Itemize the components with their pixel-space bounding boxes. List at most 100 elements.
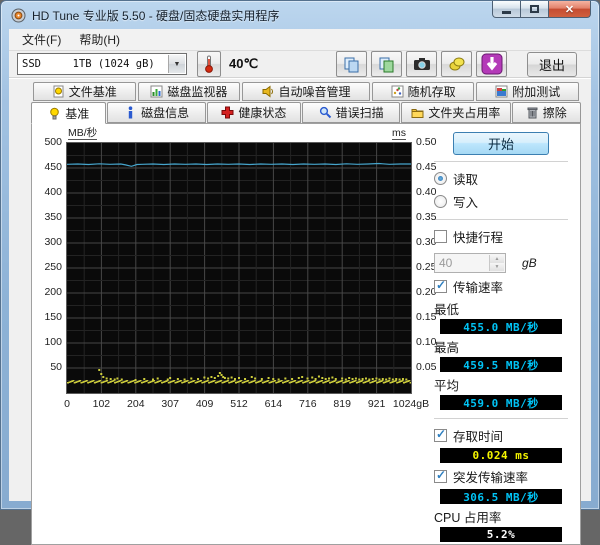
min-label: 最低 bbox=[434, 303, 460, 317]
maximize-button[interactable] bbox=[521, 1, 549, 18]
save-screenshot-button[interactable] bbox=[371, 51, 403, 77]
start-label: 开始 bbox=[487, 137, 514, 152]
left-axis-title: MB/秒 bbox=[68, 127, 98, 140]
tab-label: 随机存取 bbox=[407, 85, 456, 99]
minimize-button[interactable] bbox=[492, 1, 521, 18]
scatter-icon bbox=[391, 85, 404, 98]
health-cross-icon bbox=[221, 106, 234, 119]
info-icon bbox=[128, 106, 133, 119]
left-axis-tick: 200 bbox=[44, 286, 62, 298]
mini-chart-icon bbox=[495, 85, 508, 98]
camera-button[interactable] bbox=[406, 51, 438, 77]
spinner-arrows[interactable]: ▲ ▼ bbox=[489, 255, 504, 271]
drive-select-value: SSD 1TB (1024 gB) bbox=[22, 58, 155, 70]
divider bbox=[434, 418, 568, 419]
tab-benchmark[interactable]: 基准 bbox=[31, 102, 107, 124]
spin-down-icon[interactable]: ▼ bbox=[490, 263, 504, 271]
right-axis-tick: 0.10 bbox=[416, 336, 437, 348]
tab-erase[interactable]: 擦除 bbox=[511, 102, 582, 123]
write-radio[interactable] bbox=[434, 195, 447, 208]
right-axis-tick: 0.35 bbox=[416, 211, 437, 223]
left-axis-tick: 450 bbox=[44, 161, 62, 173]
write-radio-row[interactable]: 写入 bbox=[434, 192, 568, 211]
read-radio-row[interactable]: 读取 bbox=[434, 169, 568, 188]
transfer-rate-checkbox[interactable] bbox=[434, 278, 447, 293]
tab-label: 基准 bbox=[65, 106, 90, 121]
options-button[interactable] bbox=[441, 51, 473, 77]
copy-icon bbox=[344, 57, 359, 72]
read-radio[interactable] bbox=[434, 172, 447, 185]
side-panel: 开始 读取 写入 快捷行程 40 ▲ ▼ gB ✓ 传输速率 最低 455.0 … bbox=[424, 124, 580, 544]
burst-rate-checkbox[interactable] bbox=[434, 468, 447, 483]
tab-file-benchmark[interactable]: 文件基准 bbox=[33, 82, 136, 101]
burst-rate-label: 突发传输速率 bbox=[453, 471, 529, 485]
write-label: 写入 bbox=[453, 196, 479, 210]
short-stroke-checkbox[interactable] bbox=[434, 230, 447, 243]
bar-chart-icon bbox=[150, 85, 163, 98]
tab-error-scan[interactable]: 错误扫描 bbox=[302, 102, 401, 123]
drive-select-dropdown[interactable]: SSD 1TB (1024 gB) ▼ bbox=[17, 53, 187, 75]
close-icon: ✕ bbox=[564, 3, 575, 16]
copy-button[interactable] bbox=[336, 51, 368, 77]
exit-button[interactable]: 退出 bbox=[527, 51, 578, 77]
trash-icon bbox=[527, 107, 538, 119]
file-benchmark-icon bbox=[53, 85, 64, 98]
access-time-label: 存取时间 bbox=[453, 430, 504, 444]
close-button[interactable]: ✕ bbox=[549, 1, 591, 18]
transfer-rate-row[interactable]: 传输速率 bbox=[434, 277, 568, 296]
benchmark-panel: MB/秒 ms 500 450 400 350 300 250 200 150 100 50 0.5… bbox=[31, 123, 581, 545]
client-area: 文件(F) 帮助(H) SSD 1TB (1024 gB) ▼ 40℃ 退出 文… bbox=[9, 28, 591, 545]
access-time-checkbox[interactable] bbox=[434, 427, 447, 442]
short-stroke-row[interactable]: 快捷行程 bbox=[434, 227, 568, 246]
menu-help[interactable]: 帮助(H) bbox=[70, 28, 129, 51]
x-axis-tick: 512 bbox=[230, 398, 248, 410]
options-icon bbox=[449, 57, 465, 71]
burst-rate-row[interactable]: 突发传输速率 bbox=[434, 467, 568, 486]
access-time-row[interactable]: 存取时间 bbox=[434, 426, 568, 445]
work-area: 文件基准 磁盘监视器 自动噪音管理 随机存取 附加测试 基准 磁盘信息 健康状态… bbox=[31, 82, 582, 545]
temperature-button[interactable] bbox=[197, 51, 221, 77]
save-image-icon bbox=[379, 57, 394, 72]
tab-label: 错误扫描 bbox=[335, 106, 384, 120]
left-axis-tick: 300 bbox=[44, 236, 62, 248]
tab-auto-acoustic[interactable]: 自动噪音管理 bbox=[242, 82, 370, 101]
toolbar-icon-group bbox=[336, 51, 511, 77]
x-axis-tick: 409 bbox=[195, 398, 214, 410]
max-value: 459.5 MB/秒 bbox=[440, 357, 562, 372]
tab-label: 磁盘监视器 bbox=[167, 85, 228, 99]
maximize-icon bbox=[530, 5, 539, 13]
tab-folder-usage[interactable]: 文件夹占用率 bbox=[401, 102, 511, 123]
toolbar: SSD 1TB (1024 gB) ▼ 40℃ 退出 bbox=[9, 51, 591, 78]
folder-icon bbox=[411, 109, 424, 118]
short-stroke-size-value: 40 bbox=[439, 256, 453, 270]
left-axis-tick: 500 bbox=[44, 136, 62, 148]
divider bbox=[434, 219, 568, 220]
start-button[interactable]: 开始 bbox=[453, 132, 549, 155]
read-label: 读取 bbox=[453, 173, 479, 187]
camera-icon bbox=[413, 58, 430, 70]
tab-disk-info[interactable]: 磁盘信息 bbox=[107, 102, 206, 123]
x-axis-tick: 921 bbox=[367, 398, 386, 410]
left-axis-tick: 150 bbox=[44, 311, 62, 323]
tab-extra-tests[interactable]: 附加测试 bbox=[476, 82, 580, 101]
bottom-tab-row: 基准 磁盘信息 健康状态 错误扫描 文件夹占用率 擦除 bbox=[31, 102, 582, 124]
tab-health[interactable]: 健康状态 bbox=[206, 102, 302, 123]
tab-disk-monitor[interactable]: 磁盘监视器 bbox=[137, 82, 241, 101]
title-bar: HD Tune 专业版 5.50 - 硬盘/固态硬盘实用程序 ✕ bbox=[1, 1, 599, 29]
update-button[interactable] bbox=[476, 51, 508, 77]
right-axis-tick: 0.05 bbox=[416, 361, 437, 373]
tab-random-access[interactable]: 随机存取 bbox=[371, 82, 475, 101]
tab-label: 磁盘信息 bbox=[141, 106, 190, 120]
tab-label: 健康状态 bbox=[238, 106, 287, 120]
thermometer-icon bbox=[205, 55, 213, 73]
window-controls: ✕ bbox=[492, 1, 591, 18]
short-stroke-size-input[interactable]: 40 ▲ ▼ bbox=[434, 253, 506, 273]
cpu-usage-value: 5.2% bbox=[440, 527, 562, 542]
menu-file[interactable]: 文件(F) bbox=[13, 28, 70, 51]
x-axis-tick: 204 bbox=[127, 398, 145, 410]
left-axis-tick: 350 bbox=[44, 211, 62, 223]
short-stroke-unit: gB bbox=[522, 256, 537, 270]
chevron-down-icon: ▼ bbox=[168, 55, 185, 73]
spin-up-icon[interactable]: ▲ bbox=[490, 255, 504, 263]
lamp-icon bbox=[50, 107, 60, 119]
